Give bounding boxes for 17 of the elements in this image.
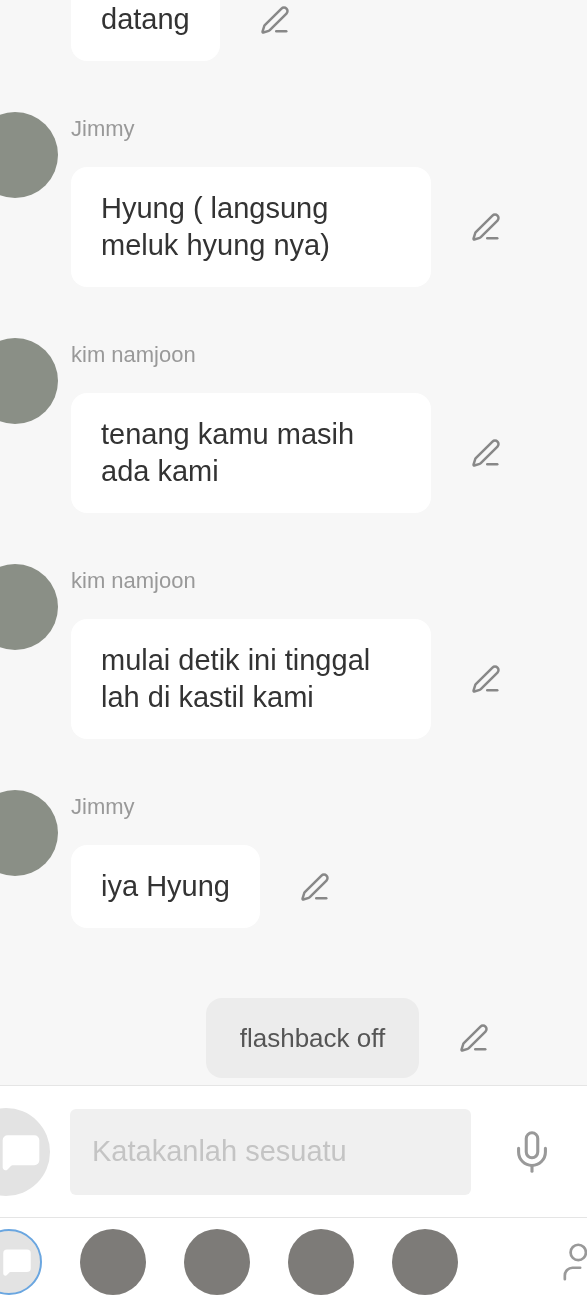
sender-name: kim namjoon <box>71 567 197 595</box>
sender-name: kim namjoon <box>71 341 197 369</box>
sender-name: Jimmy <box>71 115 136 143</box>
message-bubble: iya Hyung <box>71 845 260 928</box>
message-bubble: Hyung ( langsung meluk hyung nya) <box>71 167 431 287</box>
chat-bubble-icon <box>2 1247 32 1277</box>
edit-icon[interactable] <box>471 438 501 468</box>
edit-icon[interactable] <box>299 871 330 902</box>
message-bubble: mulai detik ini tinggal lah di kastil kami <box>71 619 431 739</box>
message-bubble: tenang kamu masih ada kami <box>71 393 431 513</box>
edit-icon[interactable] <box>471 212 501 242</box>
edit-icon[interactable] <box>259 4 290 35</box>
message-bubble: datang <box>71 0 220 61</box>
narration-bubble: flashback off <box>205 998 420 1078</box>
edit-icon[interactable] <box>459 1023 490 1053</box>
sender-name: Jimmy <box>71 793 136 821</box>
edit-icon[interactable] <box>471 664 501 694</box>
